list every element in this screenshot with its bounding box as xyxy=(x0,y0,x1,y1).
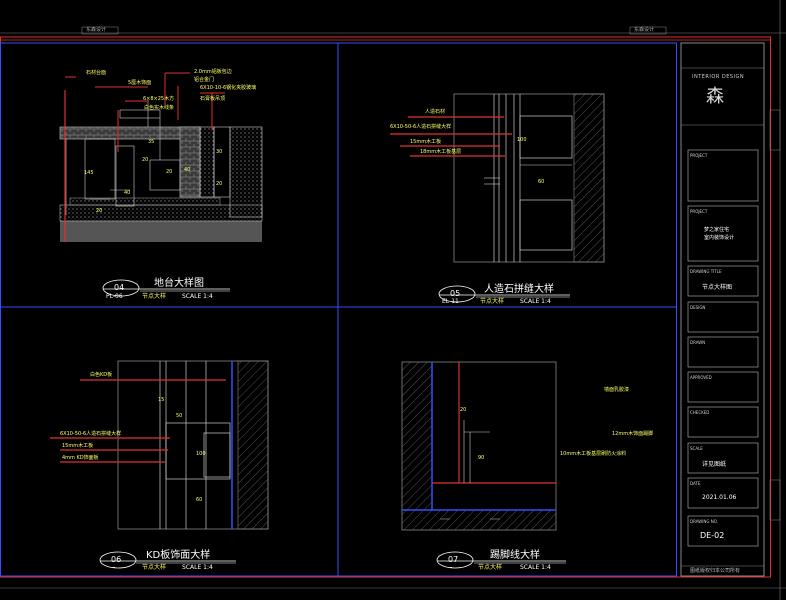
detail-04-callout-1: 石材台面 xyxy=(86,70,107,76)
scale-value: 详见图纸 xyxy=(702,461,727,468)
detail-04-dim-8: 30 xyxy=(216,149,223,155)
detail-06-title: KD板饰面大样 xyxy=(146,550,211,561)
tb-label-7: CHECKED xyxy=(690,410,710,415)
tb-label-10: DRAWING NO. xyxy=(690,519,718,524)
detail-05-subtitle: 节点大样 xyxy=(480,298,505,305)
tb-label-1: PROJECT xyxy=(690,153,708,158)
detail-04-subtitle: 节点大样 xyxy=(142,293,167,300)
detail-04-ref: PL-06 xyxy=(106,293,123,300)
detail-05-callout-3: 15mm木工板 xyxy=(410,139,442,145)
detail-04-callout-7: 白色实木线条 xyxy=(144,105,175,111)
detail-04-callout-3: 2.0mm铝板包边 xyxy=(194,69,232,75)
detail-04-scale: SCALE 1:4 xyxy=(182,293,213,300)
detail-04-callout-5: 6×8×25木方 xyxy=(143,96,175,102)
detail-07-drawing xyxy=(401,361,557,531)
tb-label-5: DRAWN xyxy=(690,340,706,345)
detail-05-title: 人造石拼缝大样 xyxy=(484,284,554,295)
detail-06-callout-1: 白色KD板 xyxy=(90,372,113,378)
detail-04-callout-8: 石膏板吊顶 xyxy=(200,96,226,102)
drawing-title: 节点大样图 xyxy=(702,284,733,291)
cad-drawing-sheet xyxy=(0,0,786,600)
tb-label-8: SCALE xyxy=(690,446,703,451)
drawing-number: DE-02 xyxy=(700,531,725,540)
detail-05-dim-2: 60 xyxy=(538,179,545,185)
detail-04-dim-2: 20 xyxy=(96,208,103,214)
detail-05-dim-1: 100 xyxy=(517,137,527,143)
detail-04-callout-2: 5厘木饰面 xyxy=(128,80,152,86)
tb-label-3: DRAWING TITLE xyxy=(690,269,722,274)
detail-05-callout-4: 18mm木工板基层 xyxy=(420,149,462,155)
detail-04-dim-1: 145 xyxy=(84,170,94,176)
detail-07-subtitle: 节点大样 xyxy=(478,564,503,571)
detail-05-drawing xyxy=(390,93,605,263)
detail-06-subtitle: 节点大样 xyxy=(142,564,167,571)
detail-07-ref: - xyxy=(450,564,453,571)
design-label: INTERIOR DESIGN xyxy=(692,74,745,80)
detail-07-dim-2: 90 xyxy=(478,455,485,461)
tb-label-2: PROJECT xyxy=(690,209,708,214)
detail-05-id: 05 xyxy=(450,289,461,298)
detail-07-callout-1: 墙面乳胶漆 xyxy=(604,387,630,393)
detail-04-dim-6: 20 xyxy=(166,169,173,175)
detail-07-title: 踢脚线大样 xyxy=(490,550,540,561)
detail-04-id: 04 xyxy=(114,283,125,292)
detail-07-callout-3: 10mm木工板基层刷防火涂料 xyxy=(560,451,627,457)
detail-06-id: 06 xyxy=(111,555,122,564)
detail-07-id: 07 xyxy=(448,555,459,564)
detail-04-dim-4: 20 xyxy=(142,157,149,163)
detail-04-dim-7: 40 xyxy=(184,167,191,173)
detail-06-ref: - xyxy=(113,564,116,571)
detail-04-dim-9: 20 xyxy=(216,181,223,187)
detail-07-dim-1: 20 xyxy=(460,407,467,413)
detail-05-ref: EL-11 xyxy=(442,298,459,305)
detail-05-callout-2: 6X10-50-6人造石拼缝大样 xyxy=(390,124,452,130)
company-logo: 森 xyxy=(706,86,724,107)
tb-label-4: DESIGN xyxy=(690,305,706,310)
footer-note: 图纸版权归本公司所有 xyxy=(690,568,741,574)
detail-06-scale: SCALE 1:4 xyxy=(182,564,213,571)
detail-06-dim-3: 100 xyxy=(196,451,206,457)
detail-04-dim-5: 35 xyxy=(148,139,155,145)
detail-06-dim-2: 50 xyxy=(176,413,183,419)
detail-04-callout-6: 6X10-10-6钢化夹胶玻璃 xyxy=(200,85,257,91)
detail-06-dim-1: 15 xyxy=(158,397,165,403)
detail-05-callout-1: 人造石材 xyxy=(425,109,446,115)
detail-04-callout-4: 铝合金门 xyxy=(194,77,215,83)
detail-06-callout-3: 15mm木工板 xyxy=(62,443,94,449)
header-stamp-right: 东森设计 xyxy=(634,27,655,33)
detail-05-scale: SCALE 1:4 xyxy=(520,298,551,305)
detail-06-callout-4: 4mm KD饰面板 xyxy=(62,455,99,461)
detail-06-callout-2: 6X10-50-6人造石拼缝大样 xyxy=(60,431,122,437)
detail-07-scale: SCALE 1:4 xyxy=(520,564,551,571)
date-value: 2021.01.06 xyxy=(702,494,737,501)
detail-04-title: 地台大样图 xyxy=(154,278,204,289)
detail-06-dim-4: 60 xyxy=(196,497,203,503)
detail-04-dim-3: 40 xyxy=(124,190,131,196)
project-name: 梦之家住宅 室内装饰设计 xyxy=(704,227,735,241)
tb-label-9: DATE xyxy=(690,481,701,486)
header-stamp-left: 东森设计 xyxy=(86,27,107,33)
tb-label-6: APPROVED xyxy=(690,375,712,380)
detail-07-callout-2: 12mm木饰面踢脚 xyxy=(612,431,654,437)
